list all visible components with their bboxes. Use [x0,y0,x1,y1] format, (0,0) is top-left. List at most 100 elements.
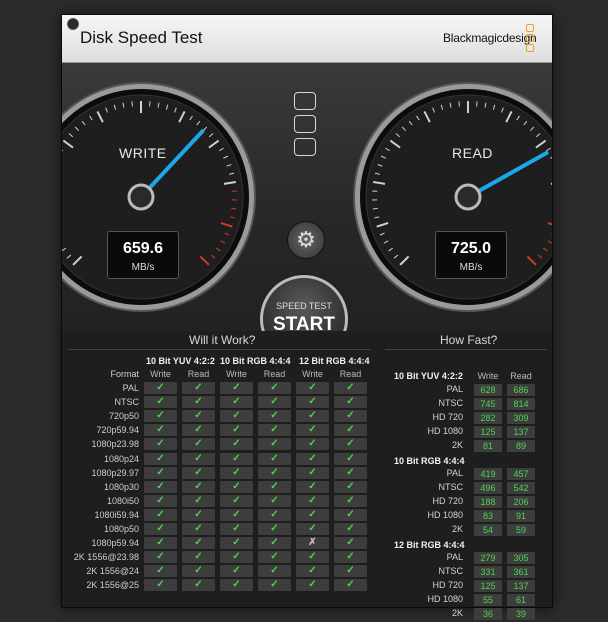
how-fast-read-value: 89 [507,440,535,452]
how-fast-format-label: 2K [451,524,463,534]
format-label: 2K 1556@23.98 [73,552,139,563]
how-fast-format-label: HD 720 [432,496,463,506]
how-fast-read-value: 686 [507,384,535,396]
check-icon: ✓ [258,480,291,493]
col-header-read: Read [263,369,286,379]
how-fast-header-write: Write [477,371,499,381]
divider [68,349,371,350]
check-icon: ✓ [258,537,291,550]
how-fast-write-value: 125 [474,580,502,592]
check-icon: ✓ [258,438,291,451]
format-label: 2K 1556@25 [86,580,139,591]
check-icon: ✓ [258,565,291,578]
col-header-read: Read [339,369,362,379]
check-icon: ✓ [334,565,367,578]
gauge-hub [454,183,482,211]
col-header-write: Write [302,369,323,379]
target-select-button-1[interactable] [294,92,316,110]
check-icon: ✓ [144,537,177,550]
group-header: 10 Bit YUV 4:2:2 [146,356,215,366]
check-icon: ✓ [144,579,177,592]
check-icon: ✓ [296,565,329,578]
check-icon: ✓ [182,565,215,578]
write-value-display: 659.6 MB/s [107,231,179,279]
format-header: Format [110,369,139,379]
how-fast-format-label: 2K [451,608,463,618]
check-icon: ✓ [182,579,215,592]
how-fast-format-label: 2K [451,440,463,450]
check-icon: ✓ [182,452,215,465]
how-fast-format-label: PAL [446,384,463,394]
check-icon: ✓ [334,508,367,521]
check-icon: ✓ [296,523,329,535]
check-icon: ✓ [258,382,291,394]
check-icon: ✓ [220,551,253,564]
check-icon: ✓ [144,508,177,521]
check-icon: ✓ [182,523,215,535]
how-fast-write-value: 496 [474,482,502,494]
how-fast-write-value: 81 [474,440,502,452]
settings-gear-icon[interactable]: ⚙ [287,221,325,259]
check-icon: ✓ [334,382,367,394]
check-icon: ✓ [144,565,177,578]
how-fast-read-value: 59 [507,524,535,536]
format-label: 1080p23.98 [91,439,139,450]
check-icon: ✓ [182,537,215,550]
check-icon: ✓ [296,424,329,437]
check-icon: ✓ [220,480,253,493]
check-icon: ✓ [334,396,367,409]
col-header-read: Read [187,369,210,379]
how-fast-read-value: 39 [507,608,535,620]
format-label: 1080p30 [103,481,139,492]
check-icon: ✓ [296,494,329,507]
close-window-button[interactable] [67,18,79,30]
write-unit: MB/s [131,262,155,273]
gauge-hub [127,183,155,211]
check-icon: ✓ [258,494,291,507]
how-fast-read-value: 814 [507,398,535,410]
format-label: 720p59.94 [96,425,139,436]
target-select-button-3[interactable] [294,138,316,156]
title-bar: Disk Speed Test Blackmagicdesign [62,15,552,63]
format-label: PAL [122,383,139,393]
check-icon: ✓ [296,508,329,521]
check-icon: ✓ [296,452,329,465]
group-header: 12 Bit RGB 4:4:4 [299,356,370,366]
how-fast-format-label: HD 1080 [427,594,463,604]
check-icon: ✓ [144,551,177,564]
how-fast-read-value: 457 [507,468,535,480]
how-fast-write-value: 83 [474,510,502,522]
check-icon: ✓ [220,508,253,521]
check-icon: ✓ [220,396,253,409]
check-icon: ✓ [182,410,215,423]
how-fast-group-title: 10 Bit YUV 4:2:2 [394,371,463,381]
target-select-button-2[interactable] [294,115,316,133]
brand-logo-icon [526,24,536,54]
check-icon: ✓ [144,494,177,507]
how-fast-read-value: 91 [507,510,535,522]
how-fast-write-value: 36 [474,608,502,620]
check-icon: ✓ [258,508,291,521]
check-icon: ✓ [144,382,177,394]
check-icon: ✓ [220,494,253,507]
how-fast-write-value: 55 [474,594,502,606]
how-fast-group-title: 12 Bit RGB 4:4:4 [394,540,465,550]
check-icon: ✓ [182,508,215,521]
brand-name: Blackmagicdesign [443,31,537,45]
how-fast-format-label: NTSC [438,398,464,408]
check-icon: ✓ [182,466,215,479]
format-label: 1080p50 [103,524,139,534]
how-fast-format-label: HD 1080 [427,510,463,520]
check-icon: ✓ [220,452,253,465]
how-fast-read-value: 542 [507,482,535,494]
format-label: 1080i59.94 [94,509,139,520]
results-panel: Will it Work? How Fast? 10 Bit YUV 4:2:2… [62,331,552,620]
check-icon: ✓ [258,466,291,479]
check-icon: ✓ [144,480,177,493]
how-fast-write-value: 331 [474,566,502,578]
check-icon: ✓ [258,452,291,465]
check-icon: ✓ [334,466,367,479]
check-icon: ✓ [296,410,329,423]
check-icon: ✓ [182,382,215,394]
check-icon: ✓ [296,396,329,409]
